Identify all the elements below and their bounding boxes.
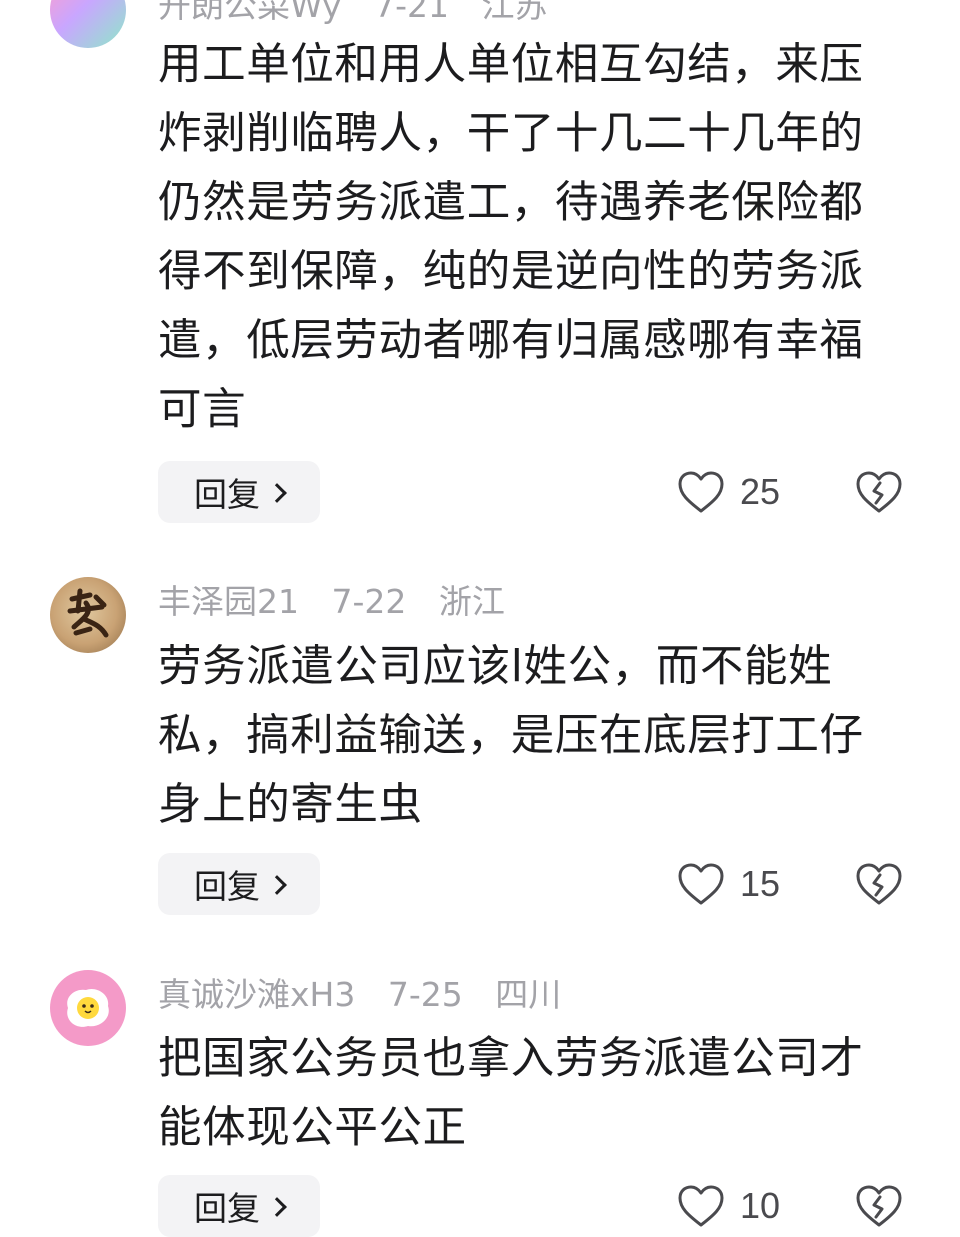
dislike-button[interactable] [854,1175,904,1237]
comment-location: 江苏 [481,0,548,25]
like-count: 15 [740,863,781,904]
comment-text: 劳务派遣公司应该l姓公，而不能姓私，搞利益输送，是压在底层打工仔身上的寄生虫 [158,642,864,830]
like-count: 25 [740,471,781,512]
dislike-button[interactable] [854,853,904,915]
avatar[interactable] [50,577,126,653]
comment-text: 把国家公务员也拿入劳务派遣公司才能体现公平公正 [158,1034,864,1153]
reply-button[interactable]: 回复 [158,1175,320,1237]
avatar[interactable] [50,0,126,48]
reply-button[interactable]: 回复 [158,853,320,915]
comment-meta: 真诚沙滩xH3 7-25 四川 [158,975,583,1015]
fried-egg-avatar-icon [67,988,109,1027]
reply-label: 回复 [194,475,260,514]
avatar[interactable] [50,970,126,1046]
broken-heart-icon [856,471,902,513]
chevron-right-icon [267,875,287,895]
heart-outline-icon [678,863,724,905]
comment-date: 7-25 [387,975,463,1014]
comment-meta: 开朗公菜Wy 7-21 江苏 [158,0,570,26]
comment-date: 7-22 [331,582,407,621]
broken-heart-icon [856,863,902,905]
broken-heart-icon [856,1185,902,1227]
comment-date: 7-21 [374,0,449,25]
comment-text: 用工单位和用人单位相互勾结，来压炸剥削临聘人，干了十几二十几年的仍然是劳务派遣工… [158,40,864,435]
like-button[interactable]: 15 [676,853,780,915]
chevron-right-icon [267,1197,287,1217]
comment-meta: 丰泽园21 7-22 浙江 [158,582,527,622]
like-count: 10 [740,1185,781,1226]
calligraphy-avatar-icon [67,588,109,638]
username[interactable]: 真诚沙滩xH3 [158,975,355,1014]
username[interactable]: 丰泽园21 [158,582,299,621]
username[interactable]: 开朗公菜Wy [158,0,342,25]
chevron-right-icon [267,483,287,503]
reply-button[interactable]: 回复 [158,461,320,523]
comment-location: 四川 [495,975,562,1014]
heart-outline-icon [678,1185,724,1227]
comment-location: 浙江 [438,582,505,621]
like-button[interactable]: 10 [676,1175,780,1237]
heart-outline-icon [678,471,724,513]
reply-label: 回复 [194,867,260,906]
like-button[interactable]: 25 [676,461,780,523]
dislike-button[interactable] [854,461,904,523]
reply-label: 回复 [194,1189,260,1228]
